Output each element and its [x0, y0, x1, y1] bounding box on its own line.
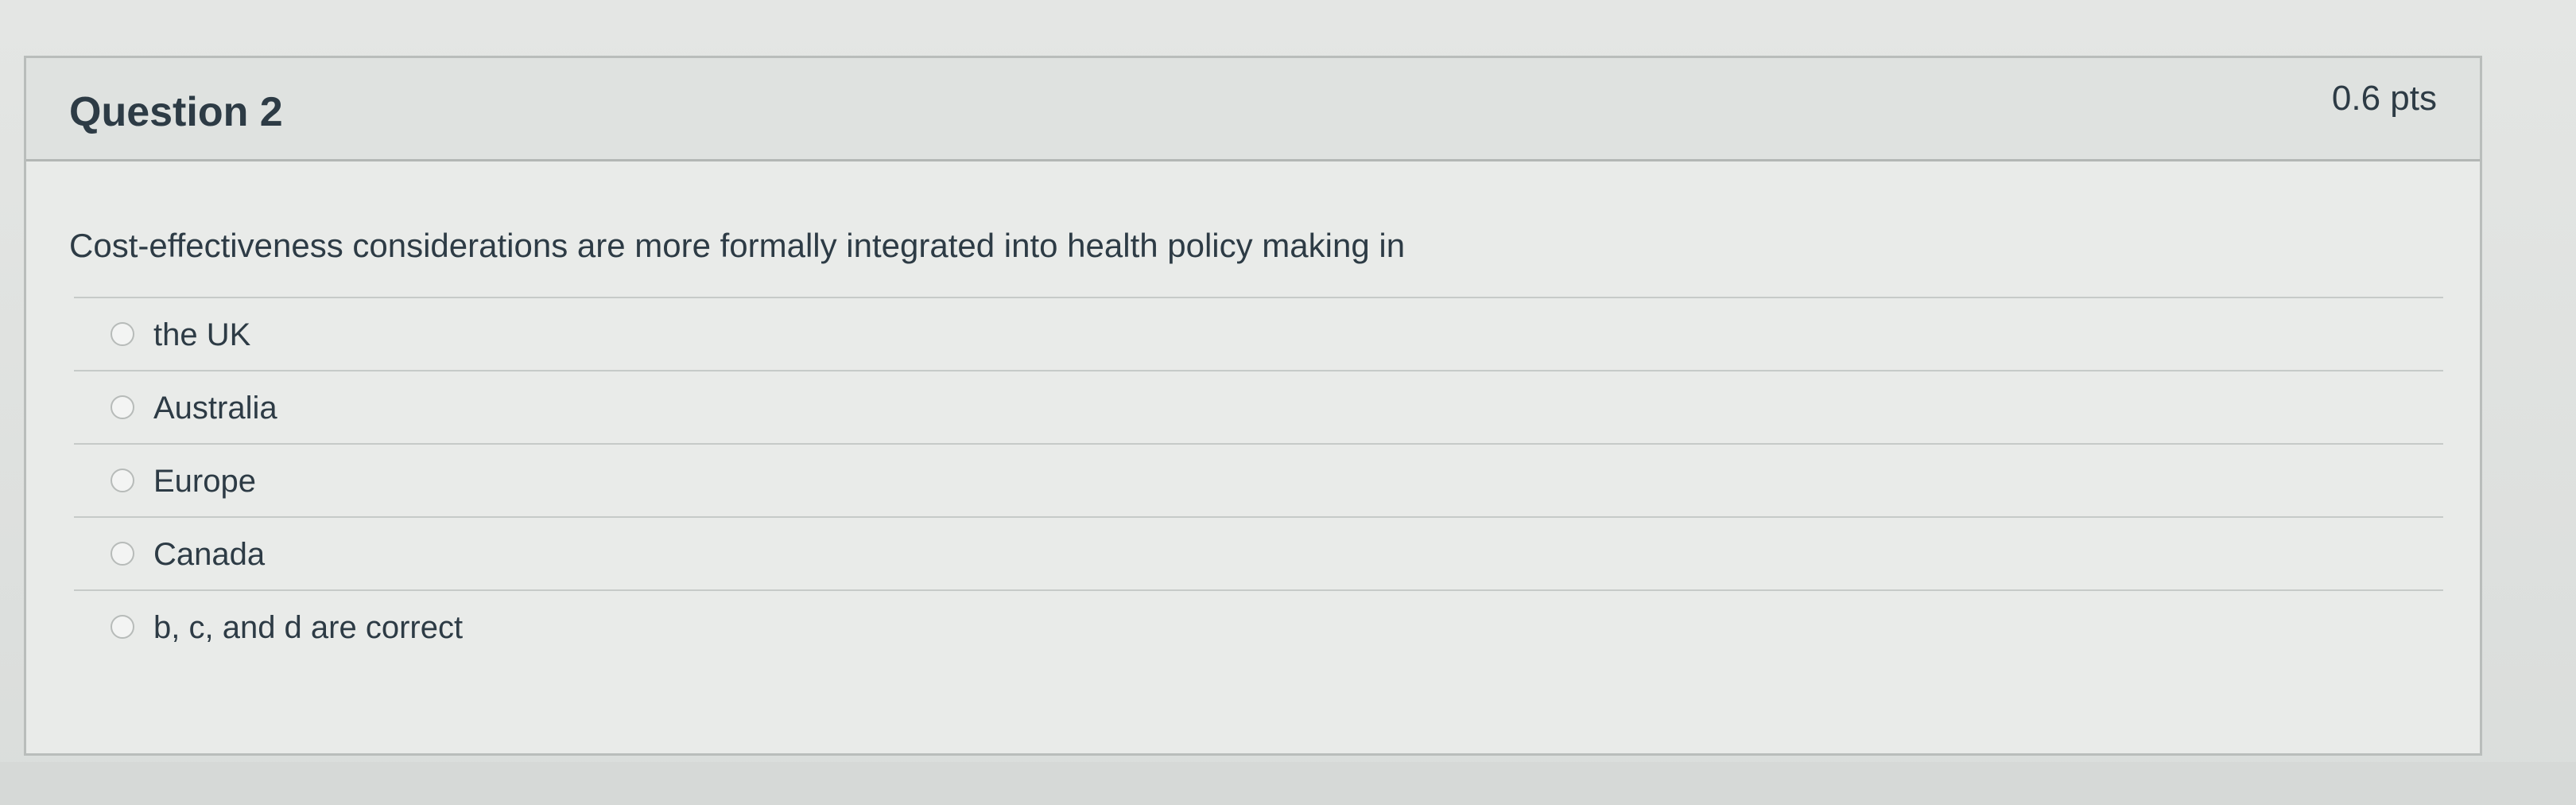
question-header: Question 2 0.6 pts: [26, 58, 2480, 161]
answer-label[interactable]: Canada: [153, 537, 265, 573]
question-text: Cost-effectiveness considerations are mo…: [69, 227, 1406, 264]
page-bottom-area: [0, 762, 2576, 805]
question-card: Question 2 0.6 pts Cost-effectiveness co…: [24, 56, 2482, 756]
answer-list: the UK Australia Europe Canada b, c, and…: [74, 297, 2443, 663]
radio-button[interactable]: [111, 469, 134, 492]
answer-option-bcd[interactable]: b, c, and d are correct: [74, 589, 2443, 663]
answer-option-uk[interactable]: the UK: [74, 297, 2443, 370]
radio-button[interactable]: [111, 322, 134, 346]
answer-option-canada[interactable]: Canada: [74, 516, 2443, 589]
quiz-page: Question 2 0.6 pts Cost-effectiveness co…: [0, 0, 2576, 805]
question-points: 0.6 pts: [2331, 79, 2437, 118]
answer-label[interactable]: Europe: [153, 464, 256, 500]
answer-option-australia[interactable]: Australia: [74, 370, 2443, 443]
radio-button[interactable]: [111, 395, 134, 419]
answer-option-europe[interactable]: Europe: [74, 443, 2443, 516]
answer-label[interactable]: b, c, and d are correct: [153, 610, 463, 646]
answer-label[interactable]: Australia: [153, 391, 277, 426]
radio-button[interactable]: [111, 542, 134, 566]
question-title: Question 2: [69, 89, 283, 135]
radio-button[interactable]: [111, 615, 134, 639]
answer-label[interactable]: the UK: [153, 317, 250, 353]
